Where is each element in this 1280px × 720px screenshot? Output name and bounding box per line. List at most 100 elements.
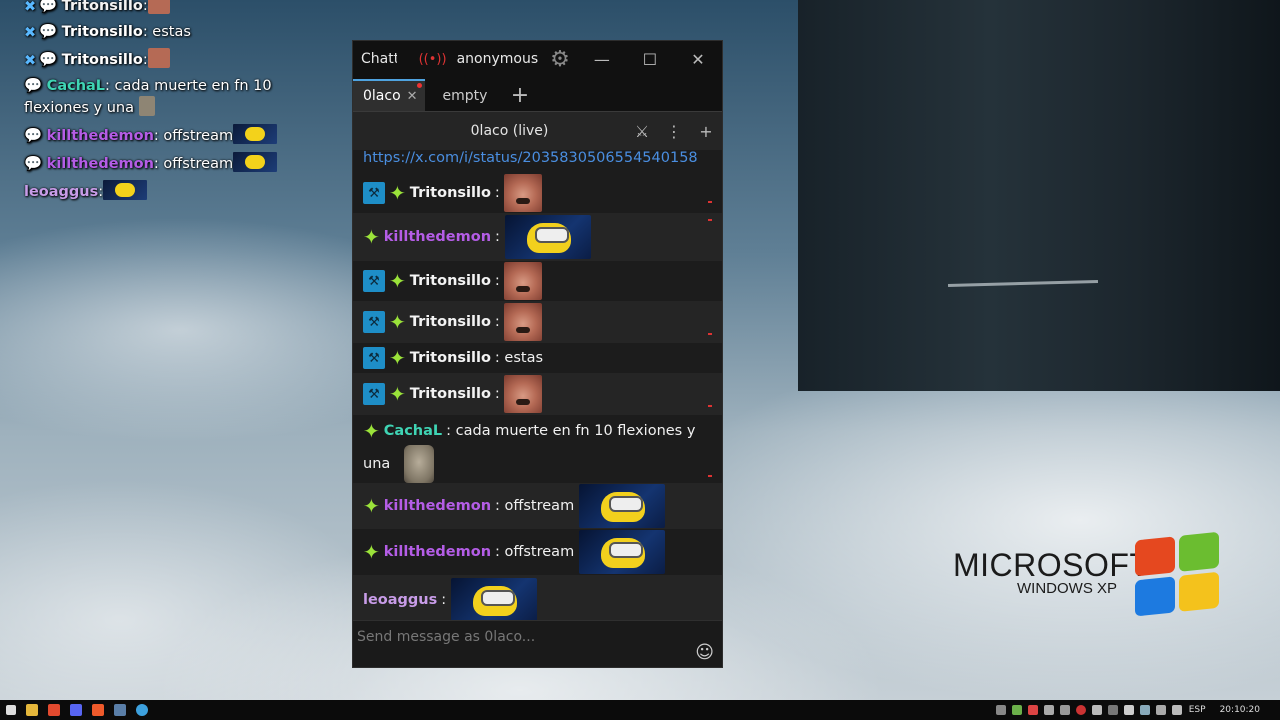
sparkle-icon: ✦: [389, 310, 406, 334]
start-icon[interactable]: [6, 705, 16, 715]
sparkle-icon: ✦: [363, 419, 380, 443]
chat-message: ✦ killthedemon: offstream: [353, 483, 722, 529]
add-split-icon[interactable]: +: [690, 122, 722, 141]
tray-icon[interactable]: [1171, 705, 1182, 715]
overlay-username: leoaggus: [24, 184, 99, 200]
tray-icon[interactable]: [995, 705, 1006, 715]
windows-xp-logo: MICROSOFT WINDOWS XP: [953, 548, 1149, 597]
tray-icon[interactable]: [1123, 705, 1134, 715]
menu-icon[interactable]: ⋮: [658, 122, 690, 141]
username[interactable]: killthedemon: [384, 229, 491, 245]
tray-icon[interactable]: [1011, 705, 1022, 715]
message-text: offstream: [504, 544, 575, 560]
emoji-icon[interactable]: ☺: [695, 642, 714, 663]
folder-icon[interactable]: [26, 704, 38, 716]
username[interactable]: leoaggus: [363, 592, 437, 608]
username[interactable]: Tritonsillo: [410, 386, 491, 402]
highlight-marker: [708, 201, 712, 203]
account-button[interactable]: anonymous: [457, 51, 539, 67]
channel-title[interactable]: 0laco (live): [353, 123, 626, 139]
steam-icon[interactable]: [114, 704, 126, 716]
moderation-icon[interactable]: ⚔: [626, 122, 658, 141]
close-icon[interactable]: ✕: [407, 89, 418, 104]
tray-icon[interactable]: [1091, 705, 1102, 715]
chat-message: leoaggus:: [353, 575, 722, 623]
message-input-area: ☺: [353, 620, 722, 667]
message-line: ✦ CachaL: cada muerte en fn 10 flexiones…: [363, 416, 712, 446]
tab-empty[interactable]: empty: [425, 79, 505, 111]
overlay-username: CachaL: [46, 78, 106, 94]
language-indicator[interactable]: ESP: [1189, 705, 1206, 715]
chat-message: ✦ CachaL: cada muerte en fn 10 flexiones…: [353, 415, 722, 483]
add-tab-button[interactable]: +: [505, 79, 535, 111]
browser-icon[interactable]: [48, 704, 60, 716]
chat-bubble-icon: 💬: [24, 78, 43, 94]
tab-bar: 0laco ✕ empty +: [353, 77, 722, 111]
separator: :: [494, 185, 500, 201]
chat-message: ⚒ ✦ Tritonsillo: estas: [353, 343, 722, 373]
tray-icon[interactable]: [1027, 705, 1038, 715]
sparkle-icon: ✦: [389, 181, 406, 205]
close-button[interactable]: ✕: [674, 50, 722, 69]
tab-0laco[interactable]: 0laco ✕: [353, 79, 425, 111]
username[interactable]: Tritonsillo: [410, 273, 491, 289]
overlay-line: 💬 killthedemon: offstream: [24, 152, 334, 174]
username[interactable]: killthedemon: [384, 544, 491, 560]
windows-flag-icon: [1135, 531, 1221, 620]
brave-icon[interactable]: [92, 704, 104, 716]
overlay-username: Tritonsillo: [61, 24, 143, 40]
tray-icon[interactable]: [1107, 705, 1118, 715]
title-bar[interactable]: Chatterino ((•)) anonymous ⚙ — ☐ ✕: [353, 41, 722, 77]
sparkle-icon: ✦: [389, 346, 406, 370]
mod-icon: ✖: [24, 0, 37, 15]
username[interactable]: Tritonsillo: [410, 185, 491, 201]
separator: :: [441, 592, 447, 608]
app-icon[interactable]: [136, 704, 148, 716]
username[interactable]: CachaL: [384, 423, 442, 439]
username[interactable]: killthedemon: [384, 498, 491, 514]
highlight-marker: [708, 405, 712, 407]
gear-icon[interactable]: ⚙: [550, 47, 570, 72]
mod-badge-icon: ⚒: [363, 270, 385, 292]
chat-bubble-icon: 💬: [24, 128, 43, 144]
chat-bubble-icon: 💬: [24, 156, 43, 172]
message-input[interactable]: [353, 621, 681, 653]
message-text: offstream: [504, 498, 575, 514]
mod-badge-icon: ⚒: [363, 383, 385, 405]
emote-icon: [504, 215, 591, 259]
chat-message: ⚒ ✦ Tritonsillo:: [353, 373, 722, 415]
system-tray: ESP 20:10:20: [993, 705, 1280, 715]
sparkle-icon: ✦: [389, 382, 406, 406]
message-link[interactable]: https://x.com/i/status/20358305065545401…: [353, 149, 722, 173]
discord-icon[interactable]: [70, 704, 82, 716]
mod-badge-icon: ⚒: [363, 347, 385, 369]
maximize-button[interactable]: ☐: [626, 50, 674, 69]
emote-icon: [233, 124, 278, 144]
tab-label: empty: [442, 88, 488, 104]
tray-icon[interactable]: [1155, 705, 1166, 715]
emote-icon: [504, 375, 543, 413]
video-highlight: [947, 280, 1099, 287]
emote-icon: [138, 96, 155, 116]
overlay-line: 💬 CachaL: cada muerte en fn 10 flexiones…: [24, 78, 272, 116]
minimize-button[interactable]: —: [578, 50, 626, 69]
mod-icon: ✖: [24, 53, 37, 69]
message-text: cada muerte en fn 10 flexiones y: [455, 423, 696, 439]
mod-badge-icon: ⚒: [363, 311, 385, 333]
tray-icon[interactable]: [1059, 705, 1070, 715]
tray-icon[interactable]: [1139, 705, 1150, 715]
overlay-chat: ✖ 💬 Tritonsillo: ✖ 💬 Tritonsillo: estas ✖ 💬…: [24, 0, 334, 208]
video-preview: [798, 0, 1280, 391]
username[interactable]: Tritonsillo: [410, 314, 491, 330]
username[interactable]: Tritonsillo: [410, 350, 491, 366]
tray-icon[interactable]: [1043, 705, 1054, 715]
clock[interactable]: 20:10:20: [1220, 705, 1260, 715]
overlay-line: ✖ 💬 Tritonsillo:: [24, 48, 334, 70]
highlight-marker: [708, 475, 712, 477]
message-list[interactable]: https://x.com/i/status/20358305065545401…: [353, 149, 722, 623]
mod-icon: ✖: [24, 25, 37, 41]
highlight-marker: [708, 333, 712, 335]
tray-icon[interactable]: [1075, 705, 1086, 715]
live-icon[interactable]: ((•)): [419, 52, 447, 67]
message-text: una: [363, 456, 391, 472]
